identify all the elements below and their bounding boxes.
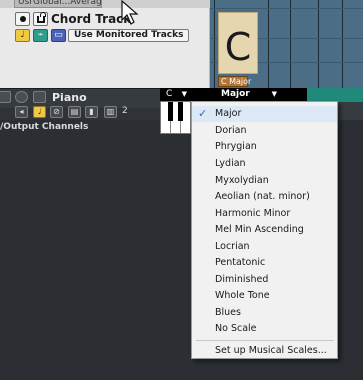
voicing-button[interactable]: ⌁	[33, 29, 48, 42]
record-enable-button[interactable]	[15, 12, 30, 26]
chord-letter: C	[224, 25, 252, 69]
check-icon: ✓	[198, 107, 208, 120]
menu-item-pentatonic[interactable]: Pentatonic	[192, 255, 337, 271]
track-expand-button[interactable]	[0, 91, 11, 103]
menu-item-diminished[interactable]: Diminished	[192, 272, 337, 288]
midi-part-region[interactable]	[307, 88, 363, 102]
note-mode-button[interactable]: ♩	[33, 106, 46, 118]
preset-selector[interactable]: UsrGlobal...Average)	[14, 0, 102, 8]
scale-dropdown-menu: ✓ Major Dorian Phrygian Lydian Myxolydia…	[191, 101, 338, 359]
mini-keyboard[interactable]	[160, 101, 191, 134]
root-key-selector[interactable]: C ▼	[160, 88, 193, 101]
chord-track-header: UsrGlobal...Average) Chord Track ♩ ⌁ ▭ U…	[0, 0, 210, 88]
menu-item-myxolydian[interactable]: Myxolydian	[192, 173, 337, 189]
piano-lock-button[interactable]	[33, 91, 46, 103]
mute-button[interactable]: ◂	[15, 106, 28, 118]
lock-button[interactable]	[33, 12, 48, 26]
chord-event-label: C Major	[218, 76, 251, 87]
io-channels-label: /Output Channels	[0, 122, 89, 132]
monitor-icon-button[interactable]: ▭	[51, 29, 66, 42]
chevron-down-icon: ▼	[271, 90, 277, 98]
menu-item-dorian[interactable]: Dorian	[192, 123, 337, 139]
chord-event-block[interactable]: C	[218, 12, 258, 74]
scale-value: Major	[221, 89, 250, 99]
piano-record-button[interactable]	[15, 91, 28, 103]
menu-item-harmonic-minor[interactable]: Harmonic Minor	[192, 206, 337, 222]
note-toggle-button[interactable]: ♩	[15, 29, 30, 42]
menu-item-whole-tone[interactable]: Whole Tone	[192, 288, 337, 304]
menu-item-setup-scales[interactable]: Set up Musical Scales...	[192, 343, 337, 359]
menu-item-mel-min-ascending[interactable]: Mel Min Ascending	[192, 222, 337, 238]
cursor-arrow-icon	[121, 0, 139, 25]
piano-track-title: Piano	[52, 91, 87, 104]
channel-number: 2	[122, 106, 128, 116]
edit-button[interactable]: ⊘	[50, 106, 63, 118]
write-button[interactable]: ▮	[85, 106, 98, 118]
menu-item-major[interactable]: ✓ Major	[192, 106, 337, 122]
record-icon	[20, 16, 26, 22]
lock-icon	[37, 12, 46, 23]
menu-item-aeolian[interactable]: Aeolian (nat. minor)	[192, 189, 337, 205]
root-key-value: C	[166, 89, 173, 99]
read-button[interactable]: ▤	[68, 106, 81, 118]
channel-button[interactable]: ▥	[104, 106, 117, 118]
menu-item-no-scale[interactable]: No Scale	[192, 321, 337, 337]
scale-type-selector[interactable]: Major ▼	[193, 88, 307, 101]
menu-item-lydian[interactable]: Lydian	[192, 156, 337, 172]
use-monitored-tracks-button[interactable]: Use Monitored Tracks	[68, 29, 190, 42]
menu-separator	[196, 340, 334, 341]
chevron-down-icon: ▼	[181, 90, 187, 98]
menu-item-blues[interactable]: Blues	[192, 305, 337, 321]
menu-item-locrian[interactable]: Locrian	[192, 239, 337, 255]
menu-item-phrygian[interactable]: Phrygian	[192, 139, 337, 155]
